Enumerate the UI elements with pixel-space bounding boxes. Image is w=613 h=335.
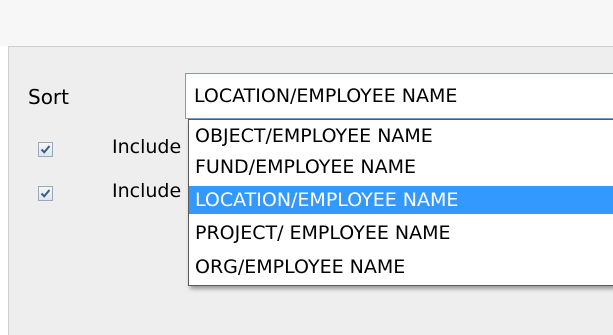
sort-option-org[interactable]: ORG/EMPLOYEE NAME bbox=[189, 253, 613, 281]
sort-label: Sort bbox=[28, 85, 69, 109]
sort-combobox[interactable]: LOCATION/EMPLOYEE NAME bbox=[185, 73, 613, 119]
sort-option-project[interactable]: PROJECT/ EMPLOYEE NAME bbox=[189, 219, 613, 247]
include-label-2: Include bbox=[112, 180, 182, 202]
sort-option-location[interactable]: LOCATION/EMPLOYEE NAME bbox=[189, 186, 613, 214]
sort-dropdown-list: OBJECT/EMPLOYEE NAME FUND/EMPLOYEE NAME … bbox=[188, 119, 613, 286]
include-checkbox-1[interactable] bbox=[38, 142, 53, 157]
include-checkbox-2[interactable] bbox=[38, 186, 53, 201]
sort-option-fund[interactable]: FUND/EMPLOYEE NAME bbox=[189, 153, 613, 181]
sort-option-object[interactable]: OBJECT/EMPLOYEE NAME bbox=[189, 122, 613, 150]
check-icon bbox=[40, 189, 51, 198]
top-strip bbox=[0, 0, 613, 46]
check-icon bbox=[40, 145, 51, 154]
sort-combobox-value: LOCATION/EMPLOYEE NAME bbox=[194, 85, 458, 107]
include-label-1: Include bbox=[112, 136, 182, 158]
